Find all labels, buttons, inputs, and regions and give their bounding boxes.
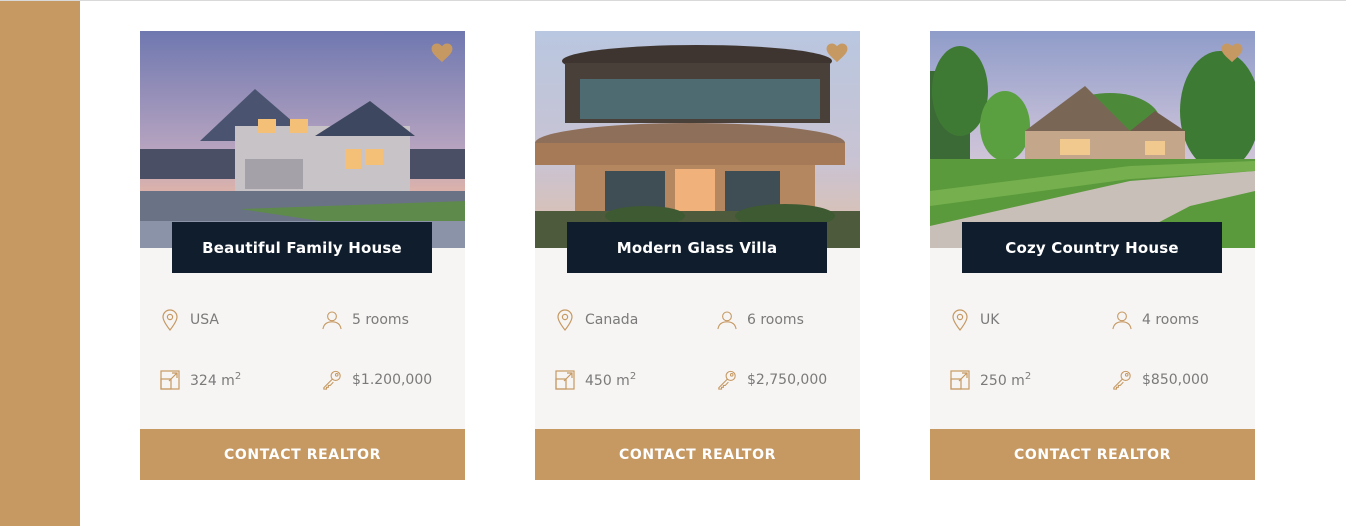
location-label: USA <box>190 312 219 328</box>
price-label: $2,750,000 <box>747 372 828 388</box>
area-label: 250 m2 <box>980 371 1032 389</box>
house-photo <box>535 31 860 248</box>
location-label: UK <box>980 312 1000 328</box>
area-feature: 450 m2 <box>555 369 636 391</box>
key-icon <box>1112 369 1132 391</box>
price-label: $850,000 <box>1142 372 1209 388</box>
price-label: $1.200,000 <box>352 372 433 388</box>
user-icon <box>322 309 342 331</box>
key-icon <box>322 369 342 391</box>
contact-realtor-button[interactable]: CONTACT REALTOR <box>930 429 1255 480</box>
map-pin-icon <box>555 309 575 331</box>
house-name: Modern Glass Villa <box>567 222 827 273</box>
price-feature: $2,750,000 <box>717 369 827 391</box>
house-card: Beautiful Family House USA 5 rooms 324 m… <box>140 31 465 480</box>
rooms-label: 6 rooms <box>747 312 804 328</box>
house-card: Modern Glass Villa Canada 6 rooms 450 m2… <box>535 31 860 480</box>
favorite-button[interactable] <box>431 43 453 63</box>
top-divider <box>0 0 1346 1</box>
heart-icon <box>1221 43 1243 63</box>
sidebar-accent-bar <box>0 1 80 526</box>
key-icon <box>717 369 737 391</box>
rooms-feature: 4 rooms <box>1112 309 1199 331</box>
rooms-feature: 6 rooms <box>717 309 804 331</box>
house-name: Beautiful Family House <box>172 222 432 273</box>
location-feature: UK <box>950 309 999 331</box>
house-photo <box>140 31 465 248</box>
house-name: Cozy Country House <box>962 222 1222 273</box>
price-feature: $1.200,000 <box>322 369 432 391</box>
area-feature: 250 m2 <box>950 369 1031 391</box>
house-card: Cozy Country House UK 4 rooms 250 m2 $85… <box>930 31 1255 480</box>
user-icon <box>717 309 737 331</box>
area-label: 450 m2 <box>585 371 637 389</box>
area-feature: 324 m2 <box>160 369 241 391</box>
heart-icon <box>431 43 453 63</box>
map-pin-icon <box>160 309 180 331</box>
contact-realtor-button[interactable]: CONTACT REALTOR <box>535 429 860 480</box>
price-feature: $850,000 <box>1112 369 1209 391</box>
location-feature: Canada <box>555 309 638 331</box>
house-photo <box>930 31 1255 248</box>
rooms-label: 4 rooms <box>1142 312 1199 328</box>
map-pin-icon <box>950 309 970 331</box>
contact-realtor-button[interactable]: CONTACT REALTOR <box>140 429 465 480</box>
favorite-button[interactable] <box>826 43 848 63</box>
area-icon <box>555 369 575 391</box>
location-feature: USA <box>160 309 219 331</box>
heart-icon <box>826 43 848 63</box>
area-icon <box>950 369 970 391</box>
user-icon <box>1112 309 1132 331</box>
area-icon <box>160 369 180 391</box>
rooms-label: 5 rooms <box>352 312 409 328</box>
location-label: Canada <box>585 312 639 328</box>
favorite-button[interactable] <box>1221 43 1243 63</box>
area-label: 324 m2 <box>190 371 242 389</box>
rooms-feature: 5 rooms <box>322 309 409 331</box>
